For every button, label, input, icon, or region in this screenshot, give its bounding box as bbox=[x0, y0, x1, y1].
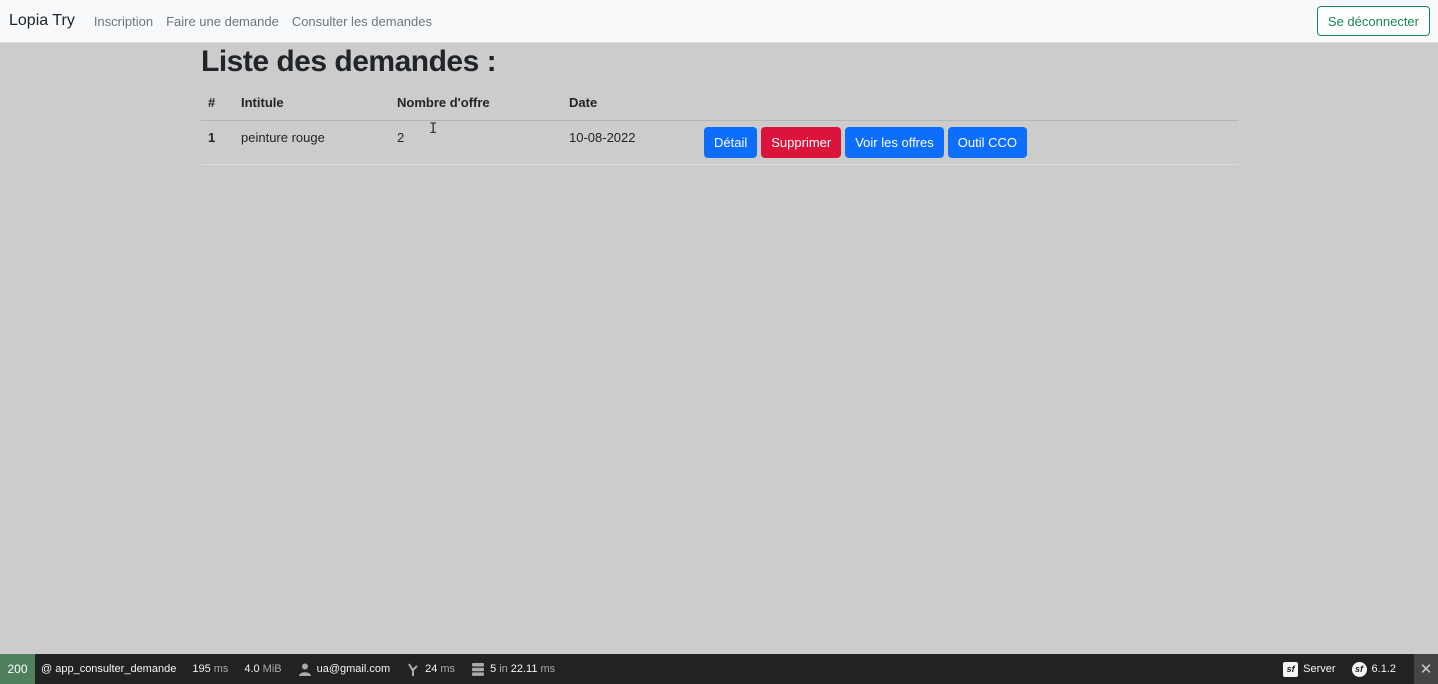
demandes-table: # Intitule Nombre d'offre Date 1 peintur… bbox=[201, 86, 1238, 165]
memory-value: 4.0 bbox=[244, 663, 260, 675]
delete-button[interactable]: Supprimer bbox=[761, 126, 842, 158]
column-header-id: # bbox=[201, 86, 234, 121]
twig-icon bbox=[406, 662, 420, 676]
time-item[interactable]: 195 ms bbox=[192, 663, 228, 675]
db-time: 22.11 bbox=[510, 663, 538, 675]
toolbar-right: sf Server sf 6.1.2 ✕ bbox=[1277, 654, 1438, 684]
table-row: 1 peinture rouge 2 10-08-2022 Détail Supp… bbox=[201, 120, 1238, 165]
nav-link-faire-demande[interactable]: Faire une demande bbox=[166, 14, 279, 29]
user-email: ua@gmail.com bbox=[316, 663, 391, 675]
db-in: in bbox=[499, 663, 508, 675]
db-queries: 5 bbox=[490, 663, 497, 675]
status-code-badge[interactable]: 200 bbox=[0, 654, 35, 684]
version-item[interactable]: sf 6.1.2 bbox=[1351, 661, 1396, 677]
column-header-nombre-offre: Nombre d'offre bbox=[390, 86, 562, 121]
column-header-date: Date bbox=[562, 86, 697, 121]
view-offers-button[interactable]: Voir les offres bbox=[845, 126, 944, 158]
server-item[interactable]: sf Server bbox=[1283, 661, 1336, 677]
brand-link[interactable]: Lopia Try bbox=[9, 12, 75, 30]
row-nombre-offre: 2 bbox=[390, 120, 562, 165]
time-unit: ms bbox=[213, 663, 229, 675]
nav-link-inscription[interactable]: Inscription bbox=[94, 14, 153, 29]
database-item[interactable]: 5 in 22.11 ms bbox=[471, 662, 555, 676]
navbar: Lopia Try Inscription Faire une demande … bbox=[0, 0, 1438, 43]
column-header-actions bbox=[697, 86, 1238, 121]
text-cursor-icon: I bbox=[429, 121, 438, 137]
route-label: @ app_consulter_demande bbox=[41, 663, 177, 675]
memory-unit: MiB bbox=[262, 663, 282, 675]
symfony-icon: sf bbox=[1351, 661, 1367, 677]
debug-toolbar: 200 @ app_consulter_demande 195 ms 4.0 M… bbox=[0, 654, 1438, 684]
server-label: Server bbox=[1303, 663, 1336, 675]
detail-button[interactable]: Détail bbox=[704, 126, 758, 158]
row-actions: Détail Supprimer Voir les offres Outil CCO bbox=[697, 120, 1238, 165]
twig-item[interactable]: 24 ms bbox=[406, 662, 455, 676]
db-unit: ms bbox=[540, 663, 556, 675]
symfony-server-icon: sf bbox=[1283, 661, 1299, 677]
nav-link-consulter-demandes[interactable]: Consulter les demandes bbox=[292, 14, 432, 29]
table-header-row: # Intitule Nombre d'offre Date bbox=[201, 86, 1238, 121]
page-title: Liste des demandes : bbox=[201, 45, 497, 78]
user-item[interactable]: ua@gmail.com bbox=[298, 662, 391, 676]
memory-item[interactable]: 4.0 MiB bbox=[244, 663, 281, 675]
row-id: 1 bbox=[201, 120, 234, 165]
close-icon[interactable]: ✕ bbox=[1414, 654, 1438, 684]
time-value: 195 bbox=[192, 663, 211, 675]
version-label: 6.1.2 bbox=[1371, 663, 1396, 675]
database-icon bbox=[471, 662, 485, 676]
twig-unit: ms bbox=[440, 663, 456, 675]
route-item[interactable]: @ app_consulter_demande bbox=[41, 663, 176, 675]
row-intitule: peinture rouge bbox=[234, 120, 390, 165]
column-header-intitule: Intitule bbox=[234, 86, 390, 121]
row-date: 10-08-2022 bbox=[562, 120, 697, 165]
logout-button[interactable]: Se déconnecter bbox=[1316, 6, 1430, 36]
user-icon bbox=[298, 662, 312, 676]
twig-value: 24 bbox=[425, 663, 438, 675]
cco-tool-button[interactable]: Outil CCO bbox=[947, 126, 1027, 158]
